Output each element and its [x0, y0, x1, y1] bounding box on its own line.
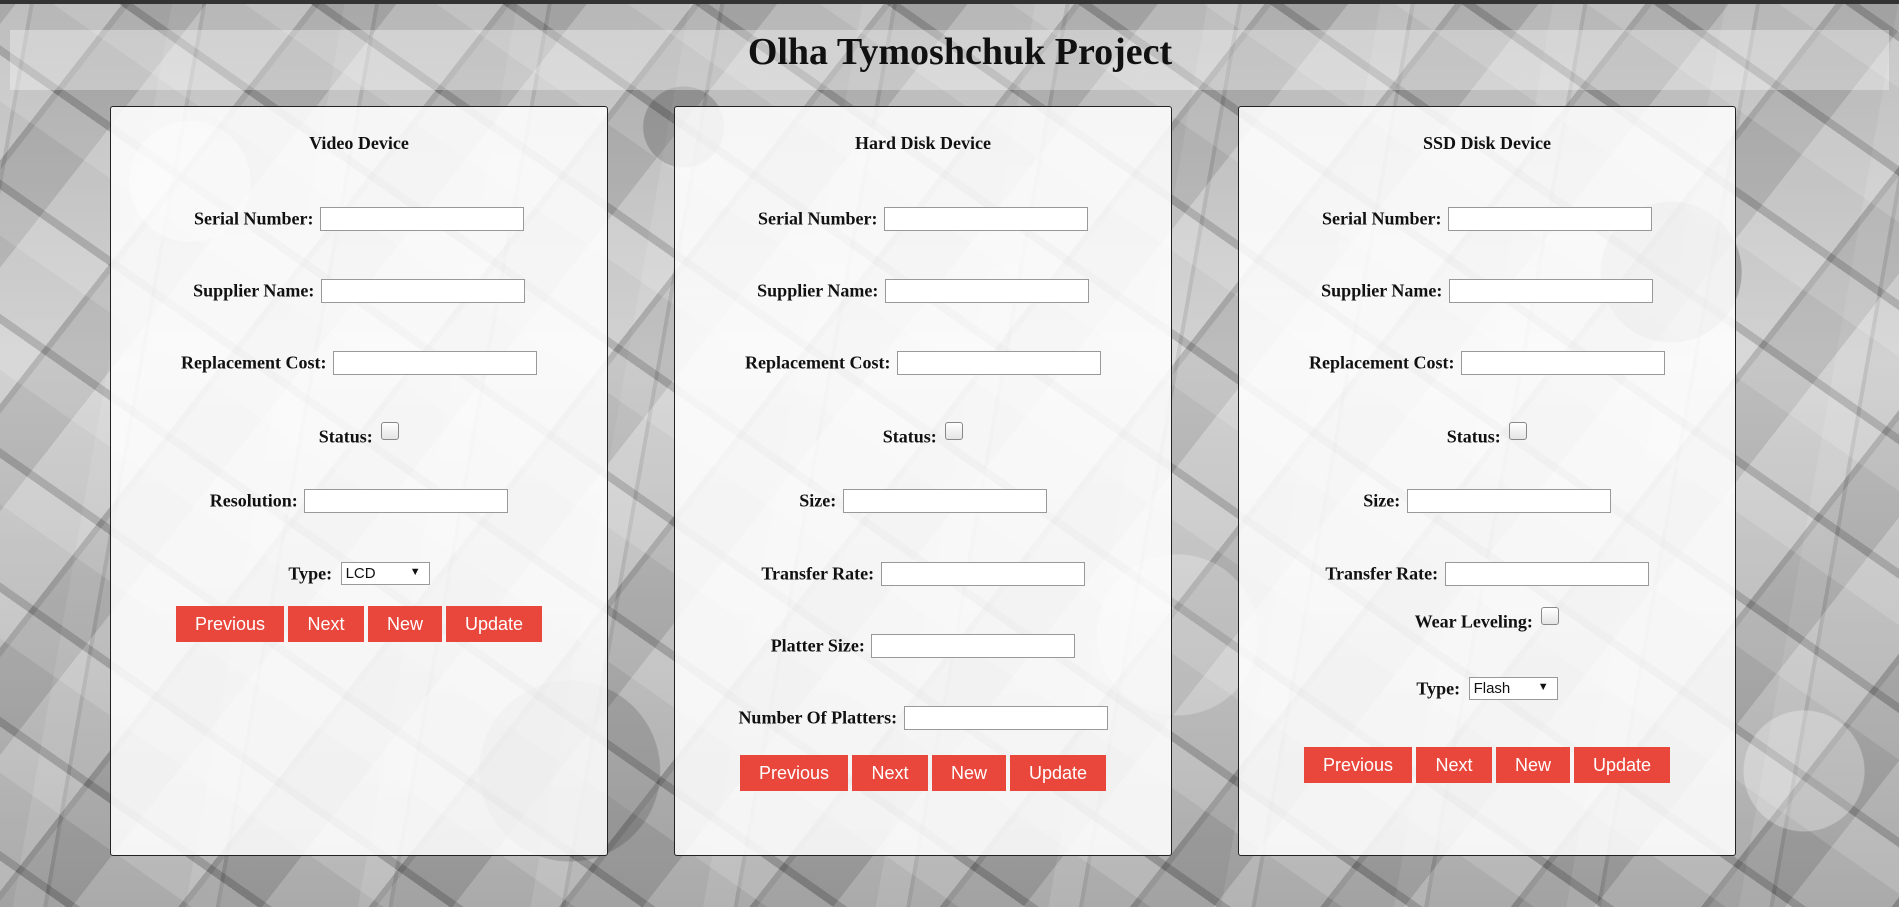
button-bar: Previous Next New Update: [675, 755, 1171, 791]
status-row: Status:: [675, 421, 1171, 447]
type-select-value: LCD: [345, 565, 376, 583]
replacement-cost-input[interactable]: [896, 351, 1101, 375]
size-row: Size:: [675, 489, 1171, 513]
type-row: Type: Flash ▼: [1239, 677, 1735, 701]
size-label: Size:: [799, 490, 837, 511]
size-input[interactable]: [842, 489, 1047, 513]
number-of-platters-label: Number Of Platters:: [738, 707, 898, 728]
type-select[interactable]: LCD ▼: [340, 562, 430, 586]
serial-number-input[interactable]: [1447, 207, 1652, 231]
serial-number-label: Serial Number:: [194, 208, 314, 229]
serial-number-input[interactable]: [319, 207, 524, 231]
transfer-rate-label: Transfer Rate:: [1325, 563, 1439, 584]
previous-button[interactable]: Previous: [740, 755, 848, 791]
top-border: [0, 0, 1899, 4]
replacement-cost-input[interactable]: [332, 351, 537, 375]
wear-leveling-checkbox[interactable]: [1541, 606, 1560, 625]
number-of-platters-row: Number Of Platters:: [675, 706, 1171, 730]
video-device-panel: Video Device Serial Number: Supplier Nam…: [110, 106, 608, 856]
type-select[interactable]: Flash ▼: [1468, 677, 1558, 701]
new-button[interactable]: New: [1496, 747, 1570, 783]
supplier-name-input[interactable]: [884, 279, 1089, 303]
new-button[interactable]: New: [368, 606, 442, 642]
dropdown-arrow-icon: ▼: [1537, 681, 1549, 694]
platter-size-row: Platter Size:: [675, 634, 1171, 658]
wear-leveling-label: Wear Leveling:: [1414, 611, 1533, 632]
transfer-rate-input[interactable]: [880, 562, 1085, 586]
next-button[interactable]: Next: [288, 606, 364, 642]
replacement-cost-label: Replacement Cost:: [1309, 352, 1455, 373]
resolution-label: Resolution:: [209, 490, 298, 511]
transfer-rate-label: Transfer Rate:: [761, 563, 875, 584]
next-button[interactable]: Next: [852, 755, 928, 791]
hard-disk-device-panel: Hard Disk Device Serial Number: Supplier…: [674, 106, 1172, 856]
replacement-cost-input[interactable]: [1460, 351, 1665, 375]
size-row: Size:: [1239, 489, 1735, 513]
size-input[interactable]: [1406, 489, 1611, 513]
previous-button[interactable]: Previous: [1304, 747, 1412, 783]
serial-number-row: Serial Number:: [111, 207, 607, 231]
transfer-rate-input[interactable]: [1444, 562, 1649, 586]
supplier-name-label: Supplier Name:: [1321, 280, 1443, 301]
size-label: Size:: [1363, 490, 1401, 511]
update-button[interactable]: Update: [1010, 755, 1106, 791]
status-checkbox[interactable]: [945, 421, 964, 440]
status-row: Status:: [111, 421, 607, 447]
resolution-input[interactable]: [304, 489, 509, 513]
replacement-cost-row: Replacement Cost:: [1239, 351, 1735, 375]
supplier-name-row: Supplier Name:: [111, 279, 607, 303]
page-title: Olha Tymoshchuk Project: [747, 31, 1173, 73]
previous-button[interactable]: Previous: [176, 606, 284, 642]
status-checkbox[interactable]: [381, 421, 400, 440]
replacement-cost-label: Replacement Cost:: [181, 352, 327, 373]
status-row: Status:: [1239, 421, 1735, 447]
new-button[interactable]: New: [932, 755, 1006, 791]
panel-title: Hard Disk Device: [855, 133, 991, 153]
serial-number-input[interactable]: [883, 207, 1088, 231]
number-of-platters-input[interactable]: [903, 706, 1108, 730]
ssd-disk-device-panel: SSD Disk Device Serial Number: Supplier …: [1238, 106, 1736, 856]
next-button[interactable]: Next: [1416, 747, 1492, 783]
serial-number-label: Serial Number:: [758, 208, 878, 229]
status-label: Status:: [1446, 426, 1501, 447]
status-label: Status:: [882, 426, 937, 447]
update-button[interactable]: Update: [446, 606, 542, 642]
supplier-name-input[interactable]: [1448, 279, 1653, 303]
type-select-value: Flash: [1473, 680, 1511, 698]
resolution-row: Resolution:: [111, 489, 607, 513]
panel-title: Video Device: [309, 133, 409, 153]
serial-number-row: Serial Number:: [1239, 207, 1735, 231]
supplier-name-row: Supplier Name:: [1239, 279, 1735, 303]
type-row: Type: LCD ▼: [111, 562, 607, 586]
replacement-cost-row: Replacement Cost:: [111, 351, 607, 375]
status-label: Status:: [318, 426, 373, 447]
panel-title: SSD Disk Device: [1422, 133, 1551, 153]
button-bar: Previous Next New Update: [1239, 747, 1735, 783]
supplier-name-row: Supplier Name:: [675, 279, 1171, 303]
button-bar: Previous Next New Update: [111, 606, 607, 642]
platter-size-label: Platter Size:: [770, 635, 865, 656]
replacement-cost-row: Replacement Cost:: [675, 351, 1171, 375]
type-label: Type:: [1416, 678, 1461, 699]
serial-number-row: Serial Number:: [675, 207, 1171, 231]
wear-leveling-row: Wear Leveling:: [1239, 606, 1735, 632]
supplier-name-label: Supplier Name:: [193, 280, 315, 301]
transfer-rate-row: Transfer Rate:: [1239, 562, 1735, 586]
supplier-name-input[interactable]: [320, 279, 525, 303]
supplier-name-label: Supplier Name:: [757, 280, 879, 301]
status-checkbox[interactable]: [1509, 421, 1528, 440]
serial-number-label: Serial Number:: [1322, 208, 1442, 229]
replacement-cost-label: Replacement Cost:: [745, 352, 891, 373]
platter-size-input[interactable]: [871, 634, 1076, 658]
dropdown-arrow-icon: ▼: [409, 566, 421, 579]
type-label: Type:: [288, 563, 333, 584]
update-button[interactable]: Update: [1574, 747, 1670, 783]
transfer-rate-row: Transfer Rate:: [675, 562, 1171, 586]
